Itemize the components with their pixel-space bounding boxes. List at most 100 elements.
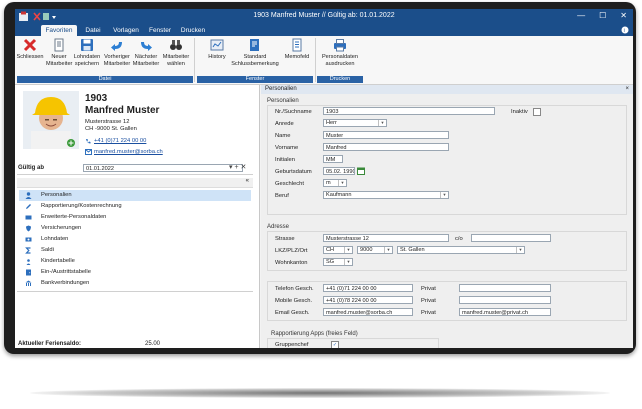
email-label: Email Gesch.: [275, 310, 310, 316]
beruf-select[interactable]: Kaufmann ▼: [323, 191, 449, 199]
employee-name: Manfred Muster: [85, 105, 160, 116]
nav-item-lohndaten[interactable]: Lohndaten: [19, 234, 251, 245]
memo-icon: [292, 38, 302, 52]
delete-icon[interactable]: ✕: [241, 164, 247, 171]
splitter-bottom[interactable]: [17, 291, 253, 292]
email-privat-input[interactable]: manfred.muster@privat.ch: [459, 308, 551, 316]
telefon-privat-input[interactable]: [459, 284, 551, 292]
nav-item-ein-austrittstabelle[interactable]: Ein-/Austrittstabelle: [19, 267, 251, 278]
nav-item-kindertabelle[interactable]: Kindertabelle: [19, 256, 251, 267]
print-personal-data-button[interactable]: Personaldaten ausdrucken: [318, 38, 362, 67]
inaktiv-checkbox[interactable]: [533, 108, 541, 116]
minimize-icon[interactable]: —: [577, 11, 585, 20]
close-icon[interactable]: ✕: [620, 11, 627, 20]
valid-from-controls: ▾ + ✕: [229, 163, 246, 171]
beruf-label: Beruf: [275, 193, 289, 199]
vacation-balance-label: Aktueller Feriensaldo:: [18, 341, 82, 347]
telefon-input[interactable]: +41 (0)71 224 00 00: [323, 284, 413, 292]
calendar-icon[interactable]: [357, 167, 365, 175]
name-input[interactable]: Muster: [323, 131, 449, 139]
close-button[interactable]: Schliessen: [16, 38, 44, 61]
standard-remark-button[interactable]: Standard Schlussbemerkung: [231, 38, 279, 67]
tab-favoriten[interactable]: Favoriten: [41, 25, 77, 36]
section-personalien: Personalien: [267, 98, 299, 104]
vorname-input[interactable]: Manfred: [323, 143, 449, 151]
save-payroll-button[interactable]: Lohndaten speichern: [73, 38, 101, 67]
collapse-icon[interactable]: «: [246, 178, 249, 184]
wohnkanton-label: Wohnkanton: [275, 260, 308, 266]
nav-item-erweiterte-personaldaten[interactable]: Erweiterte-Personaldaten: [19, 212, 251, 223]
dropdown-arrow-icon[interactable]: ▾: [229, 164, 233, 171]
chevron-down-icon: ▼: [384, 247, 392, 253]
bank-icon: [25, 280, 32, 286]
add-icon[interactable]: +: [234, 164, 238, 171]
ribbon: Schliessen Neuer Mitarbeiter Lohndaten spe…: [15, 36, 633, 85]
new-document-icon: [54, 38, 64, 52]
ribbon-divider: [315, 38, 316, 82]
email-input[interactable]: manfred.muster@sorba.ch: [323, 308, 413, 316]
next-employee-button[interactable]: Nächster Mitarbeiter: [132, 38, 160, 67]
select-employee-button[interactable]: Mitarbeiter wählen: [161, 38, 191, 67]
new-employee-button[interactable]: Neuer Mitarbeiter: [46, 38, 72, 67]
plz-select[interactable]: 9000 ▼: [357, 246, 393, 254]
personalien-panel: Personalien × Personalien Nr./Suchname 1…: [261, 85, 633, 348]
shield-icon: [26, 225, 31, 232]
telefon-privat-label: Privat: [421, 286, 436, 292]
employee-email-link[interactable]: manfred.muster@sorba.ch: [94, 149, 163, 155]
nav-item-bankverbindungen[interactable]: Bankverbindungen: [19, 278, 251, 289]
ribbon-divider: [194, 38, 195, 82]
tab-vorlagen[interactable]: Vorlagen: [110, 25, 142, 36]
tab-fenster[interactable]: Fenster: [146, 25, 174, 36]
save-icon: [81, 39, 93, 51]
nr-input[interactable]: 1903: [323, 107, 495, 115]
group-drucken: Drucken: [317, 76, 363, 83]
chevron-down-icon: ▼: [440, 192, 448, 198]
wohnkanton-select[interactable]: SG ▼: [323, 258, 353, 266]
mobile-privat-input[interactable]: [459, 296, 551, 304]
tab-drucken[interactable]: Drucken: [178, 25, 208, 36]
splitter-top[interactable]: [17, 174, 253, 175]
group-datei: Datei: [17, 76, 193, 83]
mail-icon: [85, 149, 92, 155]
geburtsdatum-input[interactable]: 05.02. 1990: [323, 167, 355, 175]
strasse-input[interactable]: Musterstrasse 12: [323, 234, 449, 242]
section-adresse: Adresse: [267, 224, 290, 230]
nav-item-versicherungen[interactable]: Versicherungen: [19, 223, 251, 234]
help-icon[interactable]: i: [621, 26, 629, 34]
employee-sidebar: 1903 Manfred Muster Musterstrasse 12 CH …: [15, 85, 260, 348]
employee-photo: [23, 91, 79, 149]
child-icon: [26, 259, 31, 265]
tab-datei[interactable]: Datei: [81, 25, 105, 36]
history-button[interactable]: History: [205, 38, 229, 61]
co-input[interactable]: [471, 234, 551, 242]
ort-select[interactable]: St. Gallen ▼: [397, 246, 525, 254]
anrede-select[interactable]: Herr ▼: [323, 119, 387, 127]
money-icon: [25, 237, 32, 242]
gruppenchef-checkbox[interactable]: ✓: [331, 341, 339, 348]
nav-item-personalien[interactable]: Personalien: [19, 190, 251, 201]
memo-field-button[interactable]: Memofeld: [282, 38, 312, 61]
card-icon: [25, 215, 32, 220]
nav-item-saldi[interactable]: Saldi: [19, 245, 251, 256]
kontakt-group: [267, 281, 627, 321]
initialen-input[interactable]: MM: [323, 155, 343, 163]
panel-header: Personalien ×: [261, 85, 633, 94]
employee-phone-link[interactable]: +41 (0)71 224 00 00: [94, 138, 146, 144]
panel-close-icon[interactable]: ×: [625, 85, 629, 94]
door-icon: [26, 269, 31, 276]
initialen-label: Initialen: [275, 157, 295, 163]
geschlecht-select[interactable]: m ▼: [323, 179, 347, 187]
maximize-icon[interactable]: ☐: [599, 11, 606, 20]
valid-from-input[interactable]: 01.01.2022: [83, 164, 243, 172]
ribbon-tabs: Favoriten Datei Vorlagen Fenster Drucken…: [15, 24, 633, 36]
history-icon: [210, 39, 224, 51]
sigma-icon: [25, 247, 31, 254]
employee-city: CH -9000 St. Gallen: [85, 126, 137, 132]
lkz-select[interactable]: CH ▼: [323, 246, 353, 254]
nav-item-rapportierung[interactable]: Rapportierung/Kostenrechnung: [19, 201, 251, 212]
geburtsdatum-label: Geburtsdatum: [275, 169, 312, 175]
previous-employee-button[interactable]: Vorheriger Mitarbeiter: [103, 38, 131, 67]
vorname-label: Vorname: [275, 145, 299, 151]
mobile-input[interactable]: +41 (0)78 224 00 00: [323, 296, 413, 304]
valid-from-label: Gültig ab: [18, 165, 44, 171]
